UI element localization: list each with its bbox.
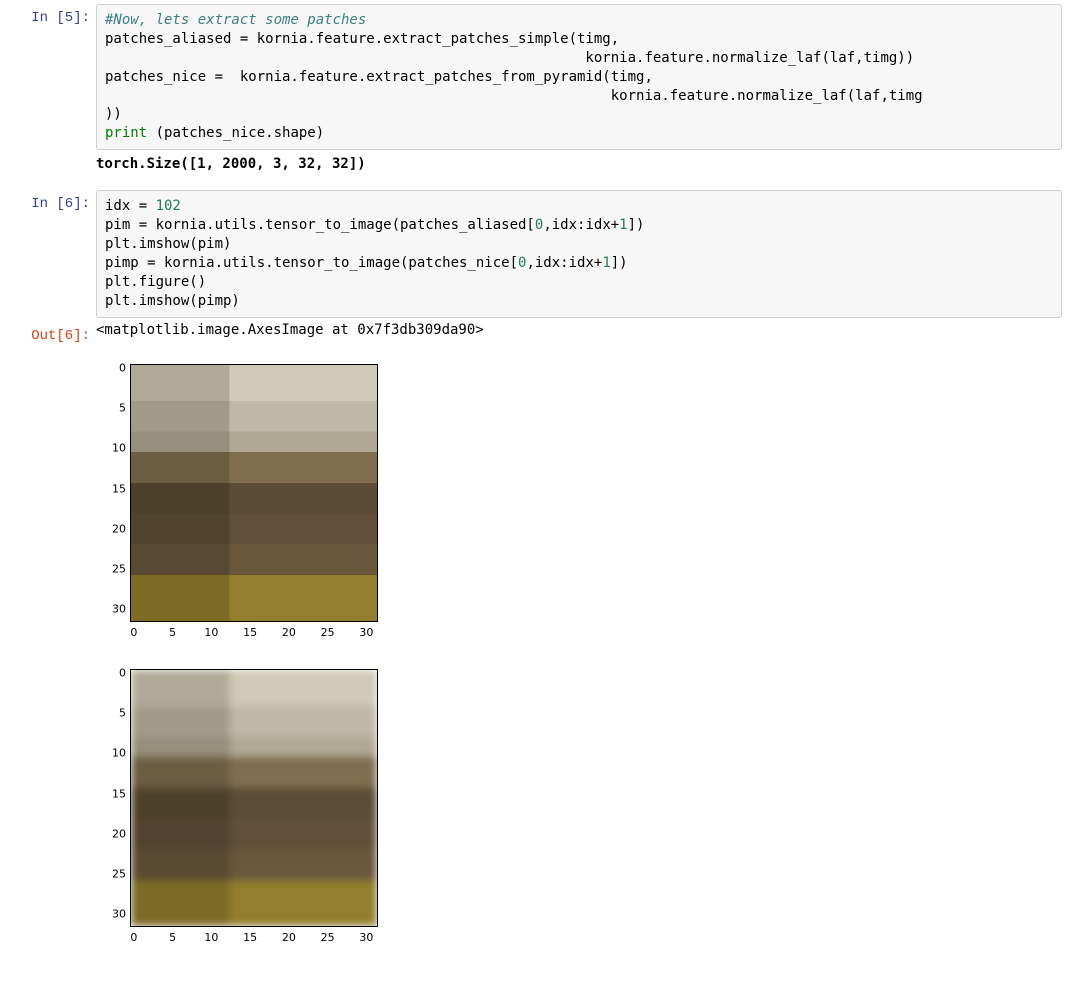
x-tick-label: 30 bbox=[359, 626, 373, 639]
x-tick-label: 25 bbox=[321, 931, 335, 944]
code-line: idx = bbox=[105, 198, 156, 214]
code-line: patches_aliased = kornia.feature.extract… bbox=[105, 31, 619, 47]
code-line: kornia.feature.normalize_laf(laf,timg bbox=[105, 88, 923, 104]
code-number: 102 bbox=[156, 198, 181, 214]
x-tick-label: 5 bbox=[169, 626, 176, 639]
y-tick-label: 5 bbox=[119, 401, 126, 414]
stdout-5: torch.Size([1, 2000, 3, 32, 32]) bbox=[96, 156, 1062, 172]
code-line: )) bbox=[105, 106, 122, 122]
code-input-5[interactable]: #Now, lets extract some patches patches_… bbox=[96, 4, 1062, 150]
code-builtin: print bbox=[105, 125, 147, 141]
code-line: kornia.feature.normalize_laf(laf,timg)) bbox=[105, 50, 914, 66]
y-tick-label: 20 bbox=[112, 522, 126, 535]
x-tick-label: 0 bbox=[130, 626, 137, 639]
code-line: ,idx:idx+ bbox=[543, 217, 619, 233]
x-axis-ticks: 0 5 10 15 20 25 30 bbox=[130, 931, 378, 951]
notebook: In [5]: #Now, lets extract some patches … bbox=[0, 0, 1080, 992]
code-line: plt.imshow(pimp) bbox=[105, 293, 240, 309]
y-tick-label: 20 bbox=[112, 827, 126, 840]
x-tick-label: 15 bbox=[243, 626, 257, 639]
matplotlib-figure-2: 0 5 10 15 20 25 30 0 5 10 15 20 25 30 bbox=[96, 663, 396, 958]
x-tick-label: 10 bbox=[204, 626, 218, 639]
x-tick-label: 10 bbox=[204, 931, 218, 944]
code-line: ]) bbox=[611, 255, 628, 271]
y-tick-label: 15 bbox=[112, 482, 126, 495]
input-prompt-5: In [5]: bbox=[18, 4, 96, 26]
code-line: ]) bbox=[628, 217, 645, 233]
y-axis-ticks: 0 5 10 15 20 25 30 bbox=[96, 663, 126, 933]
code-line: pimp = kornia.utils.tensor_to_image(patc… bbox=[105, 255, 518, 271]
x-tick-label: 15 bbox=[243, 931, 257, 944]
code-line: ,idx:idx+ bbox=[526, 255, 602, 271]
y-tick-label: 15 bbox=[112, 787, 126, 800]
y-tick-label: 30 bbox=[112, 603, 126, 616]
image-content bbox=[131, 365, 377, 621]
code-input-6[interactable]: idx = 102 pim = kornia.utils.tensor_to_i… bbox=[96, 190, 1062, 317]
code-line: pim = kornia.utils.tensor_to_image(patch… bbox=[105, 217, 535, 233]
cell-figure-1: 0 5 10 15 20 25 30 0 5 10 15 20 25 30 0 5 10 15 20 25 30 0… bbox=[18, 348, 1062, 958]
y-tick-label: 0 bbox=[119, 361, 126, 374]
y-tick-label: 5 bbox=[119, 706, 126, 719]
x-tick-label: 30 bbox=[359, 931, 373, 944]
x-tick-label: 25 bbox=[321, 626, 335, 639]
code-line: plt.figure() bbox=[105, 274, 206, 290]
code-number: 1 bbox=[602, 255, 610, 271]
y-tick-label: 10 bbox=[112, 747, 126, 760]
blank-prompt bbox=[18, 348, 96, 354]
x-tick-label: 5 bbox=[169, 931, 176, 944]
code-comment: #Now, lets extract some patches bbox=[105, 12, 366, 28]
output-repr-6: <matplotlib.image.AxesImage at 0x7f3db30… bbox=[96, 322, 1062, 338]
x-tick-label: 20 bbox=[282, 626, 296, 639]
y-tick-label: 10 bbox=[112, 442, 126, 455]
code-line: patches_nice = kornia.feature.extract_pa… bbox=[105, 69, 653, 85]
cell-in-5: In [5]: #Now, lets extract some patches … bbox=[18, 4, 1062, 186]
y-tick-label: 25 bbox=[112, 563, 126, 576]
axes-image-nice bbox=[130, 669, 378, 927]
output-prompt-6: Out[6]: bbox=[18, 322, 96, 344]
axes-image-aliased bbox=[130, 364, 378, 622]
y-tick-label: 25 bbox=[112, 868, 126, 881]
matplotlib-figure-1: 0 5 10 15 20 25 30 0 5 10 15 20 25 30 bbox=[96, 358, 396, 653]
x-axis-ticks: 0 5 10 15 20 25 30 bbox=[130, 626, 378, 646]
code-line: plt.imshow(pim) bbox=[105, 236, 231, 252]
code-number: 1 bbox=[619, 217, 627, 233]
y-tick-label: 30 bbox=[112, 908, 126, 921]
image-content bbox=[131, 670, 377, 926]
input-prompt-6: In [6]: bbox=[18, 190, 96, 212]
x-tick-label: 0 bbox=[130, 931, 137, 944]
y-tick-label: 0 bbox=[119, 666, 126, 679]
code-line: (patches_nice.shape) bbox=[147, 125, 324, 141]
y-axis-ticks: 0 5 10 15 20 25 30 bbox=[96, 358, 126, 628]
cell-in-6: In [6]: idx = 102 pim = kornia.utils.ten… bbox=[18, 190, 1062, 317]
x-tick-label: 20 bbox=[282, 931, 296, 944]
cell-out-6: Out[6]: <matplotlib.image.AxesImage at 0… bbox=[18, 322, 1062, 344]
